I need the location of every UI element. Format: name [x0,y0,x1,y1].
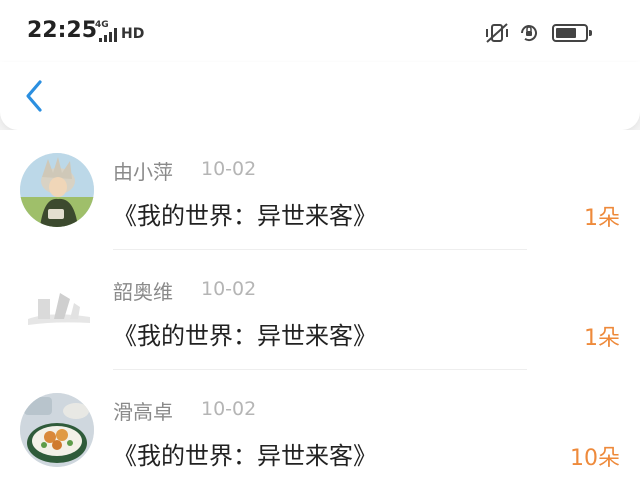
network-indicator: 4G HD [95,18,145,44]
gift-date: 10-02 [201,398,257,420]
sender-name: 滑高卓 [113,400,173,424]
rotation-lock-icon [521,25,537,42]
signal-icon [99,28,117,42]
vibrate-off-icon [486,23,508,43]
status-bar: 22:25 4G HD [0,0,640,62]
gift-amount: 10朵 [570,446,620,471]
nav-bar [0,62,640,130]
sender-name: 韶奥维 [113,280,173,304]
back-button[interactable] [18,76,52,116]
gift-amount: 1朵 [584,326,620,351]
status-icons [484,22,614,44]
sender-name: 由小萍 [113,160,173,184]
avatar [20,393,94,467]
book-title: 《我的世界：异世来客》 [113,202,377,230]
clock: 22:25 [27,18,98,43]
book-title: 《我的世界：异世来客》 [113,322,377,350]
list-item[interactable]: 韶奥维 10-02 《我的世界：异世来客》 1朵 [0,250,640,370]
gift-date: 10-02 [201,278,257,300]
list-item[interactable]: 由小萍 10-02 《我的世界：异世来客》 1朵 [0,130,640,250]
gift-date: 10-02 [201,158,257,180]
book-title: 《我的世界：异世来客》 [113,442,377,470]
avatar [20,153,94,227]
battery-icon [552,24,592,42]
chevron-left-icon [26,80,42,112]
list-item[interactable]: 滑高卓 10-02 《我的世界：异世来客》 10朵 [0,370,640,490]
avatar [20,273,94,347]
hd-label: HD [121,26,145,42]
gift-amount: 1朵 [584,206,620,231]
gift-record-list: 由小萍 10-02 《我的世界：异世来客》 1朵 韶奥维 10-02 《我的世界… [0,130,640,498]
